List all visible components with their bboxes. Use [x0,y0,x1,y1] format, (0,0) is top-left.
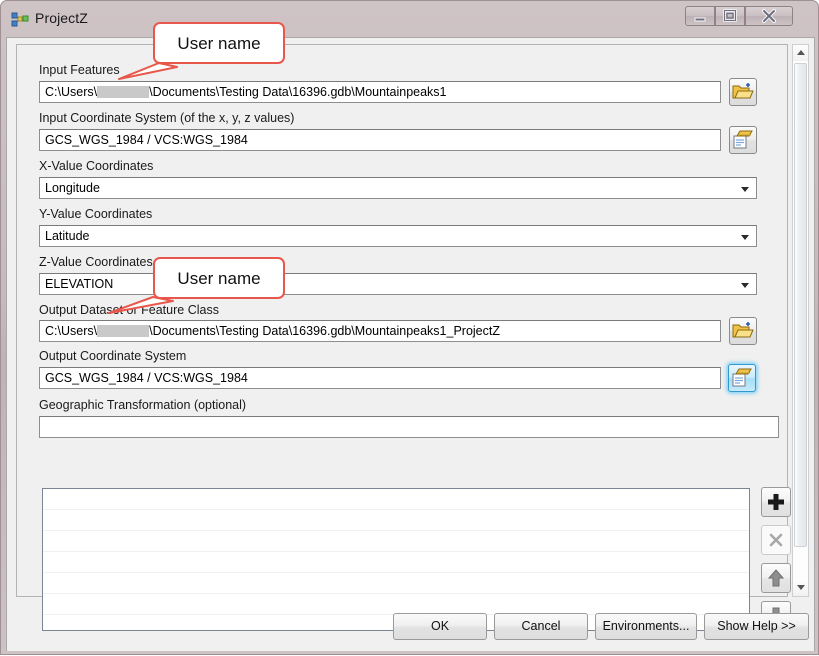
project-z-dialog-window: ProjectZ Input Features C:\Users\ \Docum… [0,0,819,655]
annotation-callout-output-username: User name [153,257,285,299]
annotation-callout-input-username: User name [153,22,285,64]
annotation-tails [108,62,178,314]
